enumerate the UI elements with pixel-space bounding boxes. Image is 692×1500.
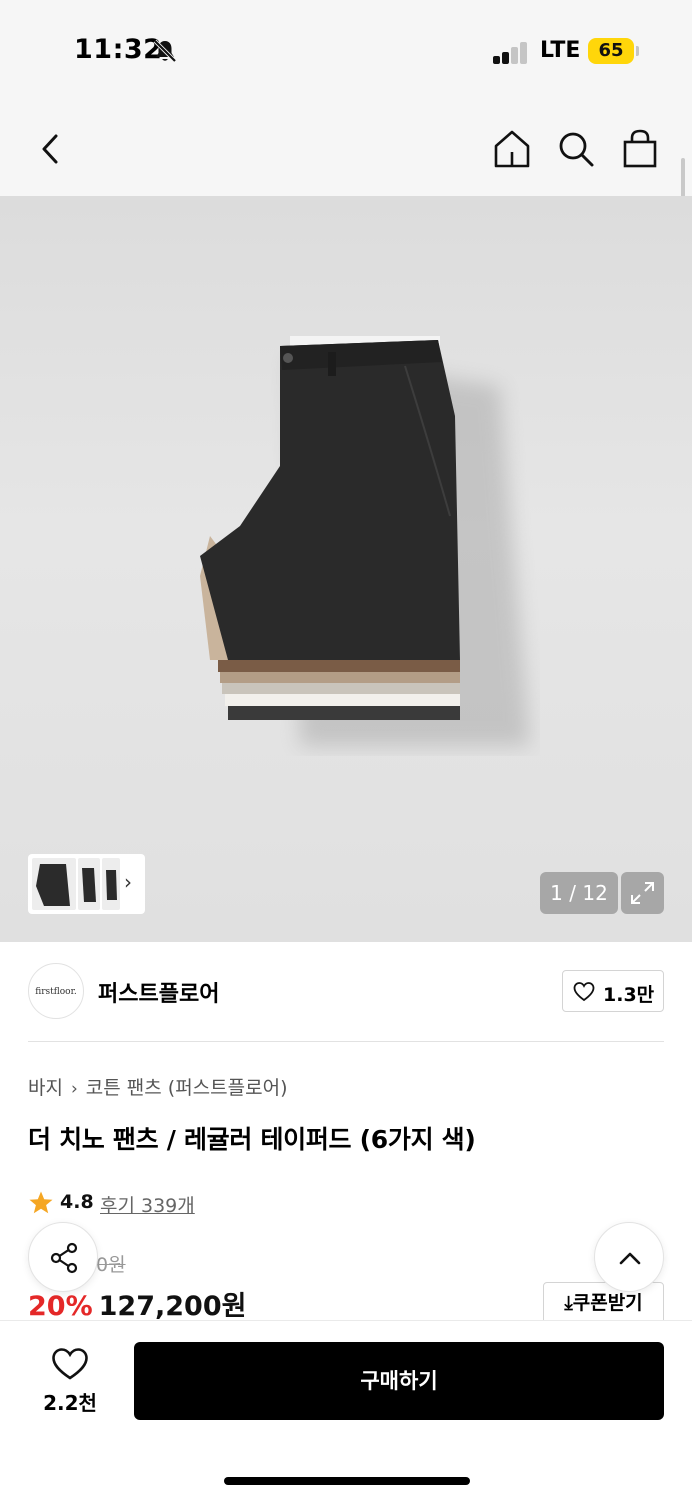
bottom-action-bar: 2.2천 구매하기 bbox=[0, 1320, 692, 1500]
download-icon: ⤓ bbox=[564, 1292, 573, 1314]
heart-icon bbox=[573, 982, 595, 1002]
brand-like-button[interactable]: 1.3만 bbox=[562, 970, 664, 1012]
home-indicator[interactable] bbox=[224, 1477, 470, 1485]
network-label: LTE bbox=[540, 38, 581, 63]
chevron-left-icon[interactable] bbox=[30, 128, 70, 170]
sale-price: 127,200원 bbox=[98, 1291, 247, 1322]
search-icon[interactable] bbox=[556, 128, 596, 170]
share-icon bbox=[50, 1242, 78, 1274]
product-image bbox=[200, 336, 530, 746]
wish-count: 2.2천 bbox=[43, 1391, 97, 1415]
review-count-link[interactable]: 후기 339개 bbox=[100, 1191, 195, 1218]
product-image-gallery[interactable]: › 1 / 12 bbox=[0, 196, 692, 942]
scroll-top-button[interactable] bbox=[594, 1222, 664, 1292]
coupon-button[interactable]: ⤓쿠폰받기 bbox=[543, 1282, 664, 1324]
expand-icon bbox=[631, 882, 654, 904]
discount-rate: 20% bbox=[28, 1291, 93, 1322]
thumbnail-3[interactable] bbox=[102, 858, 120, 910]
thumbnail-2[interactable] bbox=[78, 858, 100, 910]
star-icon bbox=[29, 1191, 53, 1214]
thumbnail-strip[interactable]: › bbox=[28, 854, 145, 914]
top-nav-bar bbox=[0, 100, 692, 196]
heart-icon[interactable] bbox=[51, 1347, 89, 1381]
battery-level: 65 bbox=[598, 40, 624, 61]
chevron-up-icon bbox=[619, 1252, 641, 1265]
battery-icon: 65 bbox=[588, 38, 634, 64]
product-title: 더 치노 팬츠 / 레귤러 테이퍼드 (6가지 색) bbox=[28, 1125, 476, 1154]
breadcrumb-item[interactable]: 바지 bbox=[28, 1073, 63, 1100]
home-icon[interactable] bbox=[492, 128, 532, 170]
image-page-counter: 1 / 12 bbox=[540, 872, 618, 914]
buy-button[interactable]: 구매하기 bbox=[134, 1342, 664, 1420]
brand-logo[interactable]: firstfloor. bbox=[28, 963, 84, 1019]
bell-muted-icon bbox=[153, 39, 177, 63]
status-bar: 11:32 LTE 65 bbox=[0, 0, 692, 100]
brand-like-count: 1.3만 bbox=[603, 984, 655, 1006]
breadcrumb: 바지 › 코튼 팬츠 (퍼스트플로어) bbox=[28, 1073, 288, 1100]
shopping-bag-icon[interactable] bbox=[620, 128, 660, 170]
status-time: 11:32 bbox=[74, 34, 163, 65]
original-price: 0원 bbox=[96, 1254, 126, 1276]
chevron-right-icon[interactable]: › bbox=[124, 870, 132, 894]
thumbnail-1[interactable] bbox=[32, 858, 76, 910]
expand-button[interactable] bbox=[621, 872, 664, 914]
coupon-label: 쿠폰받기 bbox=[572, 1292, 643, 1314]
rating-value: 4.8 bbox=[60, 1191, 94, 1213]
breadcrumb-item[interactable]: 코튼 팬츠 (퍼스트플로어) bbox=[86, 1073, 288, 1100]
signal-icon bbox=[493, 40, 529, 64]
share-button[interactable] bbox=[28, 1222, 98, 1292]
battery-cap bbox=[636, 46, 639, 56]
brand-name[interactable]: 퍼스트플로어 bbox=[98, 976, 219, 1008]
chevron-right-icon: › bbox=[70, 1079, 78, 1099]
divider bbox=[28, 1041, 664, 1042]
